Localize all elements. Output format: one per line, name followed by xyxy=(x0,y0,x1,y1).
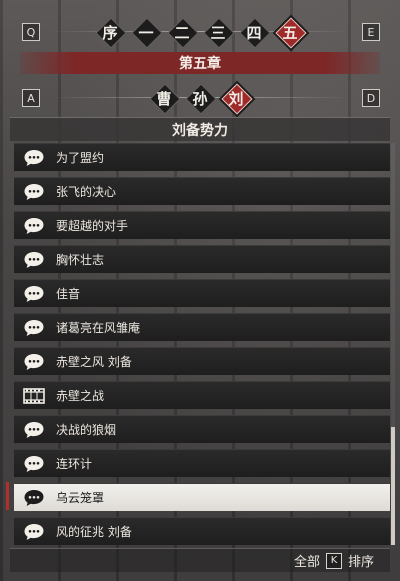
chat-bubble-icon xyxy=(22,454,46,474)
faction-tab-label: 孙 xyxy=(192,89,208,108)
chapter-selector: 序一二三四五 xyxy=(0,14,400,50)
chapter-tab-label: 一 xyxy=(138,23,154,42)
chat-bubble-icon xyxy=(22,352,46,372)
chat-bubble-icon xyxy=(22,182,46,202)
chapter-tab-2[interactable]: 二 xyxy=(169,14,195,50)
event-row[interactable]: 赤壁之战 xyxy=(14,381,390,409)
event-row[interactable]: 为了盟约 xyxy=(14,143,390,171)
chapter-tab-label: 三 xyxy=(210,23,226,42)
event-row[interactable]: 乌云笼罩 xyxy=(14,483,390,511)
chapter-title: 第五章 xyxy=(20,52,380,74)
event-label: 要超越的对手 xyxy=(56,219,129,233)
sort-key[interactable]: K xyxy=(325,552,342,569)
event-label: 诸葛亮在风雏庵 xyxy=(56,321,141,335)
chapter-tab-5[interactable]: 五 xyxy=(277,14,303,50)
chat-bubble-icon xyxy=(22,216,46,236)
event-label: 连环计 xyxy=(56,457,93,471)
chapter-tab-label: 四 xyxy=(246,23,262,42)
chapter-tab-1[interactable]: 一 xyxy=(133,14,159,50)
sort-label[interactable]: 排序 xyxy=(348,551,374,570)
film-strip-icon xyxy=(22,386,46,406)
event-row[interactable]: 要超越的对手 xyxy=(14,211,390,239)
event-label: 赤壁之风 刘备 xyxy=(56,355,132,369)
chat-bubble-icon xyxy=(22,148,46,168)
chapter-tab-4[interactable]: 四 xyxy=(241,14,267,50)
event-row[interactable]: 风的征兆 刘备 xyxy=(14,517,390,545)
chat-bubble-icon xyxy=(22,420,46,440)
event-row[interactable]: 诸葛亮在风雏庵 xyxy=(14,313,390,341)
event-label: 乌云笼罩 xyxy=(56,491,105,505)
event-row[interactable]: 佳音 xyxy=(14,279,390,307)
chat-bubble-icon xyxy=(22,250,46,270)
event-label: 胸怀壮志 xyxy=(56,253,105,267)
scrollbar-thumb[interactable] xyxy=(391,427,395,545)
chapter-tab-label: 五 xyxy=(282,23,298,42)
faction-tab-0[interactable]: 曹 xyxy=(151,80,177,116)
chapter-tab-0[interactable]: 序 xyxy=(97,14,123,50)
event-label: 决战的狼烟 xyxy=(56,423,117,437)
event-label: 赤壁之战 xyxy=(56,389,105,403)
selection-marker xyxy=(6,482,9,510)
chapter-tab-3[interactable]: 三 xyxy=(205,14,231,50)
event-label: 风的征兆 刘备 xyxy=(56,525,132,539)
event-label: 为了盟约 xyxy=(56,151,105,165)
event-row[interactable]: 连环计 xyxy=(14,449,390,477)
faction-tab-2[interactable]: 刘 xyxy=(223,80,249,116)
faction-tab-label: 刘 xyxy=(228,89,244,108)
chat-bubble-icon xyxy=(22,488,46,508)
chapter-tab-label: 序 xyxy=(102,23,118,42)
chat-bubble-icon xyxy=(22,318,46,338)
event-label: 张飞的决心 xyxy=(56,185,117,199)
list-scrollbar[interactable] xyxy=(391,143,395,545)
footer-bar: 全部 K 排序 xyxy=(10,548,390,572)
event-row[interactable]: 胸怀壮志 xyxy=(14,245,390,273)
event-row[interactable]: 赤壁之风 刘备 xyxy=(14,347,390,375)
chat-bubble-icon xyxy=(22,522,46,542)
list-title: 刘备势力 xyxy=(10,117,390,141)
chat-bubble-icon xyxy=(22,284,46,304)
event-row[interactable]: 决战的狼烟 xyxy=(14,415,390,443)
faction-selector: 曹孙刘 xyxy=(0,80,400,116)
chapter-tab-label: 二 xyxy=(174,23,190,42)
event-label: 佳音 xyxy=(56,287,81,301)
faction-tab-1[interactable]: 孙 xyxy=(187,80,213,116)
event-list: 为了盟约张飞的决心要超越的对手 胸怀壮志佳音诸葛亮在风雏庵 赤壁之风 刘备 赤壁之战决… xyxy=(14,143,390,545)
faction-tab-label: 曹 xyxy=(156,89,172,108)
filter-all-label[interactable]: 全部 xyxy=(294,551,320,570)
event-row[interactable]: 张飞的决心 xyxy=(14,177,390,205)
